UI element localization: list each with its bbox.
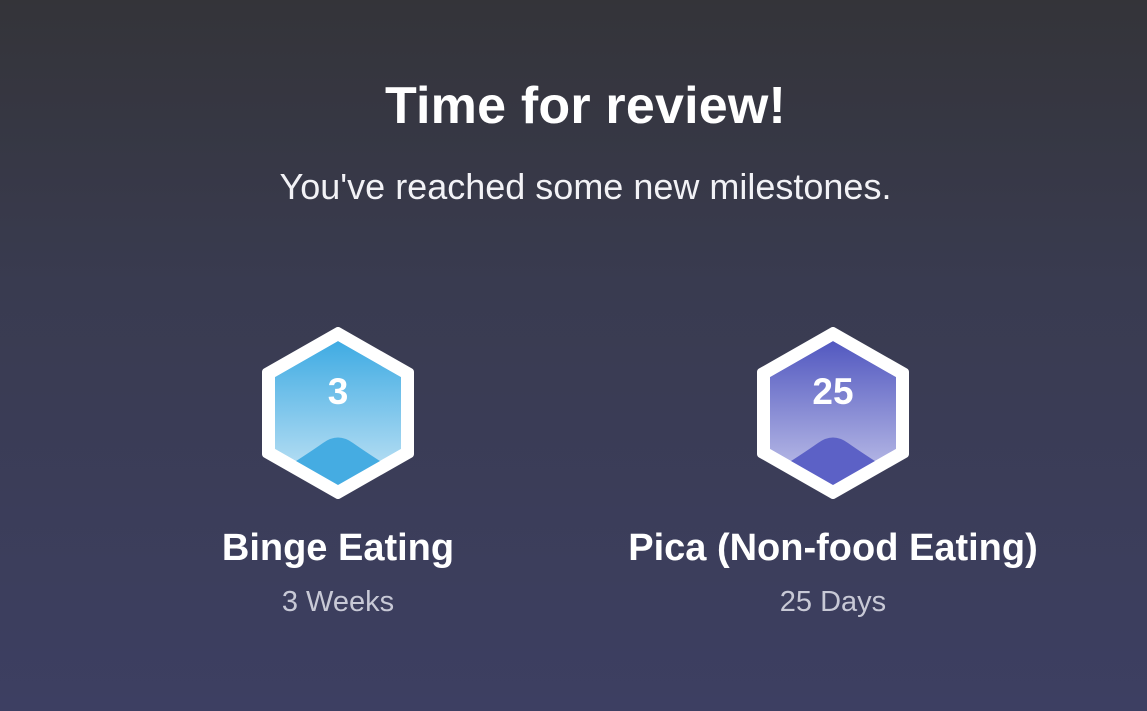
badge-number: 25 bbox=[812, 371, 854, 412]
milestone-badge: 3 bbox=[261, 327, 415, 499]
badge-number: 3 bbox=[327, 371, 349, 412]
milestone-name: Binge Eating bbox=[221, 527, 455, 569]
milestone-card-binge-eating[interactable]: 3 Binge Eating 3 Weeks bbox=[88, 327, 588, 619]
page-title: Time for review! bbox=[384, 77, 787, 135]
hexagon-badge-icon bbox=[262, 327, 414, 499]
milestone-badge: 25 bbox=[756, 327, 910, 499]
page-subtitle: You've reached some new milestones. bbox=[279, 166, 892, 207]
hexagon-badge-icon bbox=[757, 327, 909, 499]
milestone-card-pica[interactable]: 25 Pica (Non-food Eating) 25 Days bbox=[583, 327, 1083, 619]
milestone-duration: 25 Days bbox=[779, 586, 887, 618]
milestone-name: Pica (Non-food Eating) bbox=[628, 527, 1038, 569]
milestone-duration: 3 Weeks bbox=[281, 586, 395, 618]
